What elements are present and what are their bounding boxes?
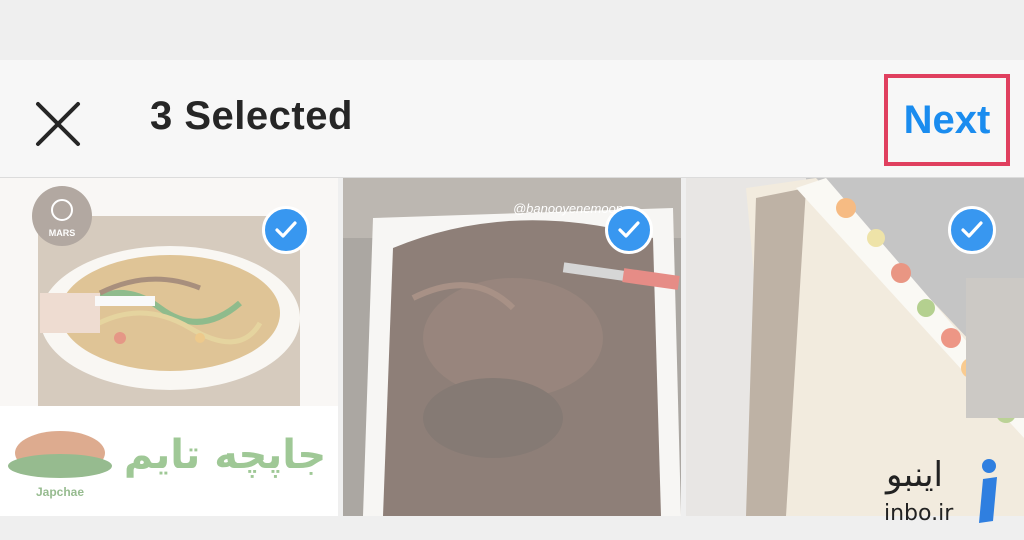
selected-check-badge[interactable] [948,206,996,254]
close-icon [36,102,80,146]
next-button[interactable]: Next [884,74,1010,166]
checkmark-icon [275,221,297,238]
bottom-area [0,516,1024,540]
site-watermark: اینبو inbo.ir [880,455,1020,535]
checkmark-icon [618,221,640,238]
selection-header: 3 Selected Next [0,60,1024,178]
checkmark-icon [961,221,983,238]
photo-thumbnail-noodles[interactable]: MARS Japchae جاپچه تایم [0,178,338,516]
selected-check-badge[interactable] [605,206,653,254]
close-button[interactable] [30,98,90,150]
next-button-label: Next [903,97,991,142]
photo-thumbnail-chocolate[interactable]: @banooyenemoon [343,178,681,516]
selected-count-title: 3 Selected [150,94,353,138]
watermark-url-text: inbo.ir [884,501,954,526]
watermark-persian-text: اینبو [886,455,943,495]
status-bar-area [0,0,1024,60]
selected-check-badge[interactable] [262,206,310,254]
inbo-logo-icon [979,459,997,523]
photo-grid: MARS Japchae جاپچه تایم @banooyenemoon [0,178,1024,516]
